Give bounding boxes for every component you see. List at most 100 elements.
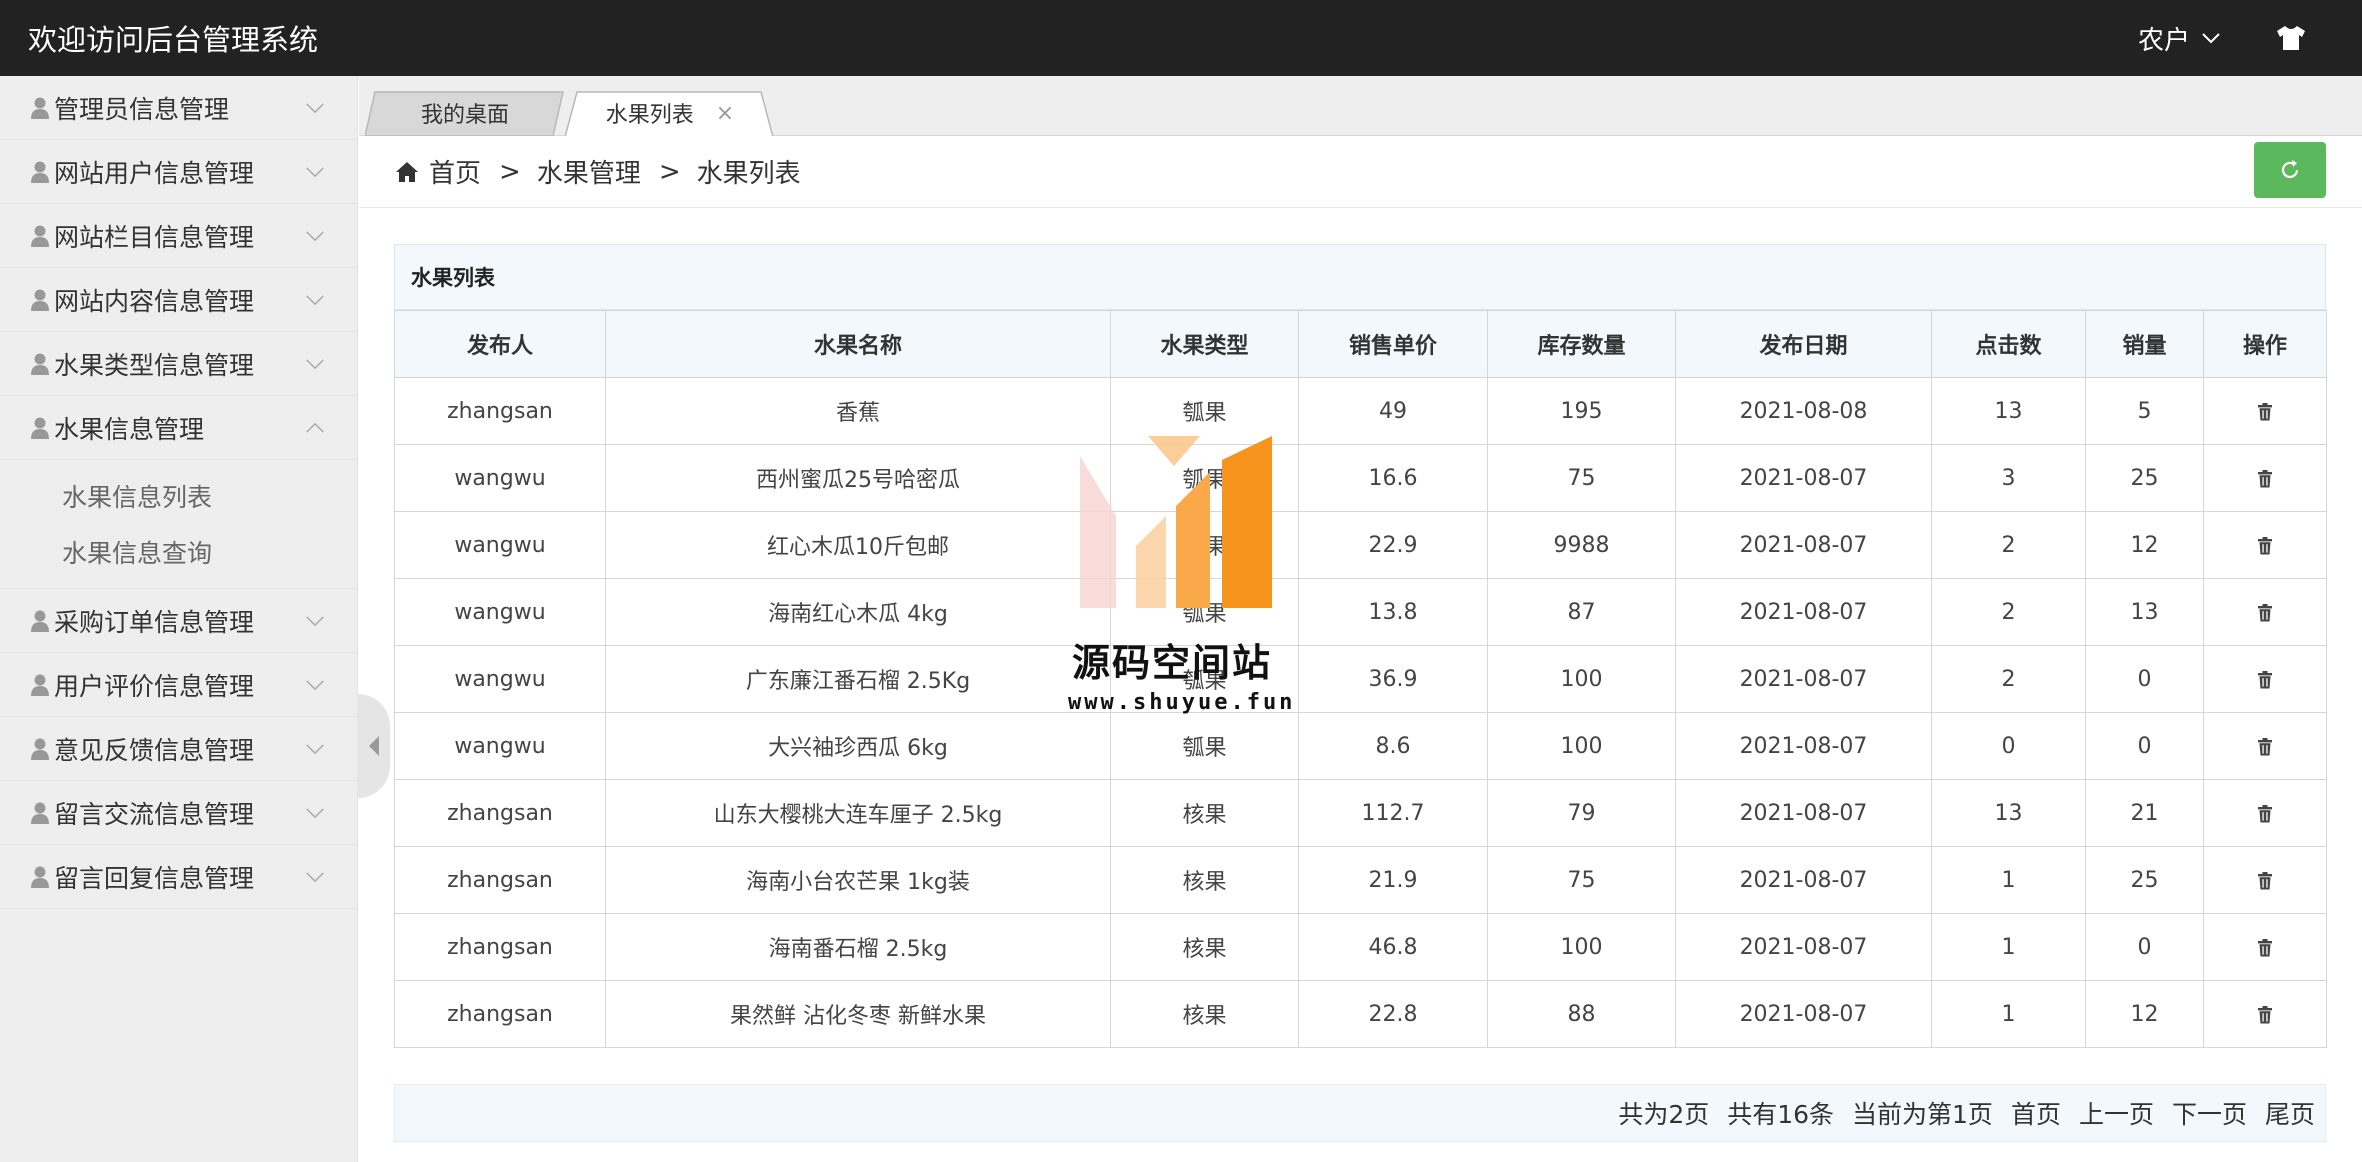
user-icon [31, 610, 49, 632]
delete-icon[interactable] [2257, 737, 2273, 756]
pager-first-link[interactable]: 首页 [2011, 1095, 2061, 1131]
table-cell: 3 [1931, 444, 2086, 512]
sidebar-item[interactable]: 意见反馈信息管理 [0, 717, 357, 781]
chevron-down-icon [306, 295, 324, 306]
sidebar-item[interactable]: 水果类型信息管理 [0, 332, 357, 396]
table-cell: 核果 [1110, 779, 1299, 847]
table-cell: zhangsan [394, 377, 606, 445]
breadcrumb-level1[interactable]: 水果管理 [537, 153, 641, 190]
table-cell: 核果 [1110, 913, 1299, 981]
tab-desktop[interactable]: 我的桌面 [365, 90, 565, 136]
sidebar-item-label: 留言交流信息管理 [54, 799, 255, 829]
table-cell: 21 [2085, 779, 2204, 847]
sidebar-collapse-toggle[interactable] [358, 694, 390, 798]
chevron-down-icon [306, 680, 324, 691]
table-cell: 核果 [1110, 846, 1299, 914]
sidebar-item[interactable]: 用户评价信息管理 [0, 653, 357, 717]
action-cell [2203, 511, 2327, 579]
table-cell: 2 [1931, 578, 2086, 646]
tab-label: 我的桌面 [420, 103, 509, 128]
tab-label: 水果列表 [605, 103, 694, 128]
action-cell [2203, 578, 2327, 646]
sidebar-item[interactable]: 水果信息管理 [0, 396, 357, 460]
chevron-down-icon [306, 872, 324, 883]
table-row: zhangsan 果然鲜 沾化冬枣 新鲜水果 核果 22.8 88 2021-08-07 1… [394, 980, 2327, 1048]
tab-close-icon[interactable]: × [716, 101, 734, 126]
table-cell: 1 [1931, 846, 2086, 914]
table-cell: 25 [2085, 846, 2204, 914]
delete-icon[interactable] [2257, 603, 2273, 622]
table-row: zhangsan 海南小台农芒果 1kg装 核果 21.9 75 2021-08-07 1 2… [394, 846, 2327, 914]
action-cell [2203, 645, 2327, 713]
sidebar-item[interactable]: 管理员信息管理 [0, 76, 357, 140]
sidebar-item-label: 意见反馈信息管理 [54, 735, 255, 765]
home-icon [396, 161, 418, 182]
table-cell: 2021-08-07 [1675, 846, 1932, 914]
sidebar-item-label: 留言回复信息管理 [54, 863, 255, 893]
sidebar: 管理员信息管理 网站用户信息管理 网站栏目信息管理 网站内容信息管理 水果类型信息管理水… [0, 76, 358, 1162]
user-icon [31, 353, 49, 375]
tab-fruit-list[interactable]: 水果列表 × [565, 90, 775, 136]
delete-icon[interactable] [2257, 469, 2273, 488]
delete-icon[interactable] [2257, 871, 2273, 890]
table-cell: wangwu [394, 444, 606, 512]
sidebar-item[interactable]: 采购订单信息管理 [0, 589, 357, 653]
refresh-button[interactable] [2254, 142, 2326, 198]
table-cell: wangwu [394, 712, 606, 780]
table-cell: 12 [2085, 980, 2204, 1048]
chevron-down-icon [306, 616, 324, 627]
table-cell: 100 [1487, 712, 1676, 780]
user-icon [31, 802, 49, 824]
delete-icon[interactable] [2257, 938, 2273, 957]
delete-icon[interactable] [2257, 670, 2273, 689]
table-cell: 1 [1931, 913, 2086, 981]
sidebar-item-label: 网站内容信息管理 [54, 286, 255, 316]
table-cell: zhangsan [394, 980, 606, 1048]
sidebar-item[interactable]: 网站内容信息管理 [0, 268, 357, 332]
delete-icon[interactable] [2257, 402, 2273, 421]
column-header: 点击数 [1931, 310, 2086, 378]
table-cell: 12 [2085, 511, 2204, 579]
sidebar-subitem[interactable]: 水果信息查询 [0, 524, 357, 580]
chevron-down-icon [306, 167, 324, 178]
table-cell: 0 [2085, 712, 2204, 780]
column-header: 销售单价 [1298, 310, 1488, 378]
table-cell: 79 [1487, 779, 1676, 847]
sidebar-item-label: 网站栏目信息管理 [54, 222, 255, 252]
pager-next-link[interactable]: 下一页 [2172, 1095, 2247, 1131]
pager-prev-link[interactable]: 上一页 [2079, 1095, 2154, 1131]
table-cell: 2021-08-07 [1675, 645, 1932, 713]
column-header: 水果名称 [605, 310, 1111, 378]
table-cell: 100 [1487, 645, 1676, 713]
table-cell: 2021-08-07 [1675, 913, 1932, 981]
user-menu[interactable]: 农户 [2138, 20, 2220, 57]
user-icon [31, 674, 49, 696]
pager-total-items: 共有16条 [1727, 1100, 1835, 1129]
pager-last-link[interactable]: 尾页 [2265, 1095, 2315, 1131]
sidebar-item[interactable]: 网站栏目信息管理 [0, 204, 357, 268]
delete-icon[interactable] [2257, 536, 2273, 555]
sidebar-item-label: 网站用户信息管理 [54, 158, 255, 188]
table-cell: zhangsan [394, 779, 606, 847]
table-cell: 5 [2085, 377, 2204, 445]
breadcrumb-separator: > [658, 156, 681, 187]
breadcrumb: 首页 > 水果管理 > 水果列表 [359, 136, 2362, 208]
sidebar-item[interactable]: 留言回复信息管理 [0, 845, 357, 909]
theme-shirt-icon[interactable] [2276, 25, 2306, 51]
sidebar-item[interactable]: 留言交流信息管理 [0, 781, 357, 845]
delete-icon[interactable] [2257, 1005, 2273, 1024]
action-cell [2203, 846, 2327, 914]
sidebar-item-label: 管理员信息管理 [54, 94, 230, 124]
delete-icon[interactable] [2257, 804, 2273, 823]
column-header: 操作 [2203, 310, 2327, 378]
chevron-up-icon [306, 422, 324, 433]
table-cell: 果然鲜 沾化冬枣 新鲜水果 [605, 980, 1111, 1048]
chevron-down-icon [2202, 33, 2220, 44]
sidebar-subitem[interactable]: 水果信息列表 [0, 468, 357, 524]
sidebar-item[interactable]: 网站用户信息管理 [0, 140, 357, 204]
table-cell: zhangsan [394, 913, 606, 981]
table-cell: 13 [1931, 377, 2086, 445]
breadcrumb-home[interactable]: 首页 [429, 153, 481, 190]
table-cell: wangwu [394, 578, 606, 646]
caret-left-icon [369, 736, 379, 756]
